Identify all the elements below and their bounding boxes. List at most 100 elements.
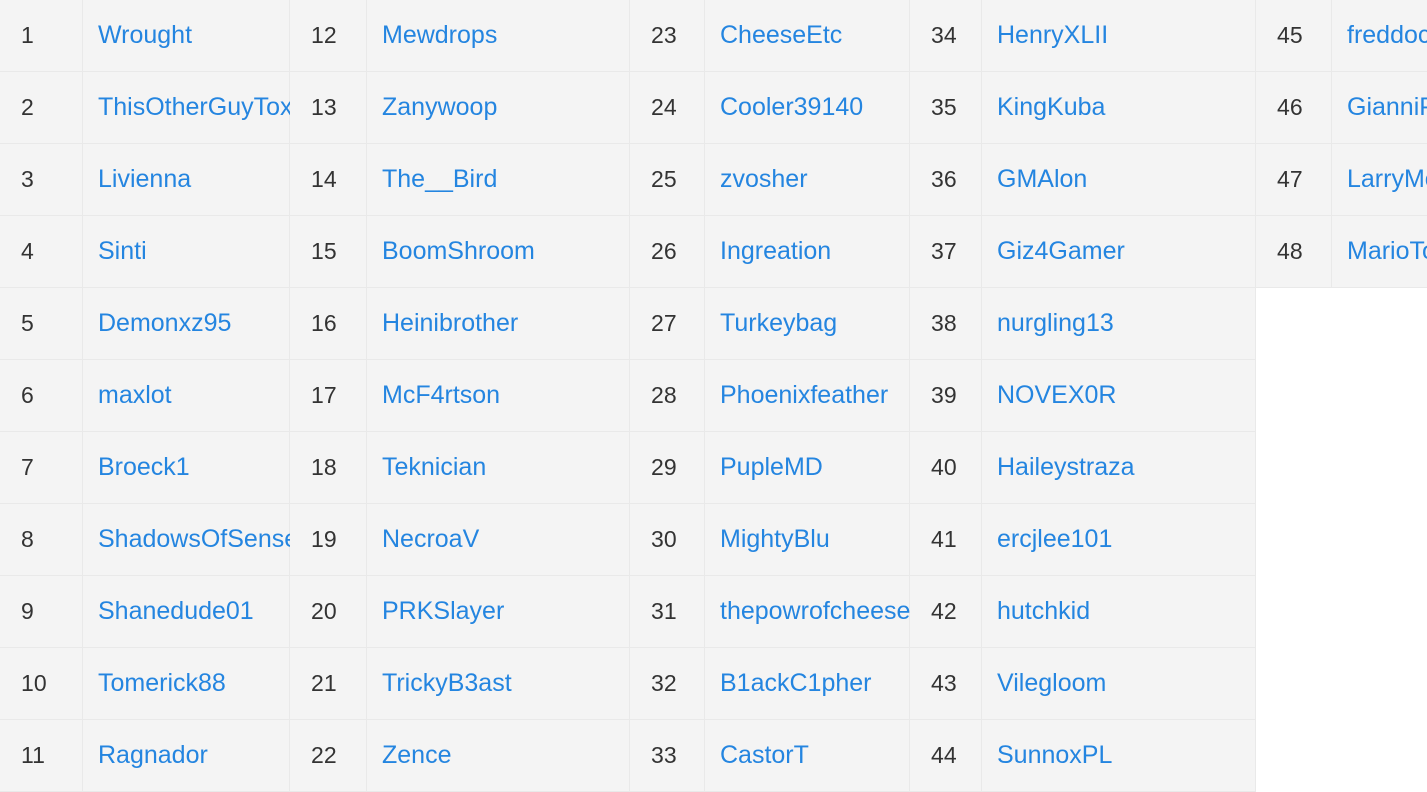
player-name-link[interactable]: maxlot [83,360,290,431]
player-name-link[interactable]: NOVEX0R [982,360,1256,431]
player-name-link[interactable]: freddoccino [1332,0,1427,71]
rank-cell: 17 [290,360,367,431]
player-name-link[interactable]: Mewdrops [367,0,630,71]
table-row: 29 PupleMD [630,432,910,504]
table-row: 3 Livienna [0,144,290,216]
player-name-link[interactable]: zvosher [705,144,910,215]
table-row: 42 hutchkid [910,576,1256,648]
rank-cell: 28 [630,360,705,431]
leaderboard-column-group: 1 Wrought 2 ThisOtherGuyTox 3 Livienna 4 Sinti 5… [0,0,298,792]
leaderboard-table: 1 Wrought 2 ThisOtherGuyTox 3 Livienna 4 Sinti 5… [0,0,1427,792]
player-name-link[interactable]: thepowrofcheese [705,576,910,647]
table-row: 30 MightyBlu [630,504,910,576]
rank-cell: 40 [910,432,982,503]
player-name-link[interactable]: SunnoxPL [982,720,1256,791]
player-name-link[interactable]: The__Bird [367,144,630,215]
table-row: 36 GMAlon [910,144,1256,216]
table-row: 23 CheeseEtc [630,0,910,72]
rank-cell: 16 [290,288,367,359]
player-name-link[interactable]: nurgling13 [982,288,1256,359]
player-name-link[interactable]: Wrought [83,0,290,71]
table-row: 2 ThisOtherGuyTox [0,72,293,144]
rank-cell: 44 [910,720,982,791]
player-name-link[interactable]: GMAlon [982,144,1256,215]
player-name-link[interactable]: MightyBlu [705,504,910,575]
player-name-link[interactable]: Demonxz95 [83,288,290,359]
rank-cell: 38 [910,288,982,359]
rank-cell: 18 [290,432,367,503]
player-name-link[interactable]: MarioToast [1332,216,1427,287]
rank-cell: 2 [0,72,83,143]
rank-cell: 22 [290,720,367,791]
player-name-link[interactable]: Sinti [83,216,290,287]
player-name-link[interactable]: ShadowsOfSense [83,504,298,575]
player-name-link[interactable]: Turkeybag [705,288,910,359]
leaderboard-column-group: 23 CheeseEtc 24 Cooler39140 25 zvosher 26 Ingre… [630,0,910,792]
player-name-link[interactable]: BoomShroom [367,216,630,287]
table-row: 9 Shanedude01 [0,576,290,648]
player-name-link[interactable]: Haileystraza [982,432,1256,503]
rank-cell: 13 [290,72,367,143]
player-name-link[interactable]: Vilegloom [982,648,1256,719]
player-name-link[interactable]: TrickyB3ast [367,648,630,719]
rank-cell: 36 [910,144,982,215]
player-name-link[interactable]: KingKuba [982,72,1256,143]
leaderboard-column-group: 45freddoccino46GianniPiccioni47LarryMome… [1256,0,1427,288]
player-name-link[interactable]: McF4rtson [367,360,630,431]
player-name-link[interactable]: hutchkid [982,576,1256,647]
rank-cell: 8 [0,504,83,575]
rank-cell: 32 [630,648,705,719]
player-name-link[interactable]: Zence [367,720,630,791]
player-name-link[interactable]: B1ackC1pher [705,648,910,719]
table-row: 20 PRKSlayer [290,576,630,648]
table-row: 13 Zanywoop [290,72,630,144]
rank-cell: 37 [910,216,982,287]
player-name-link[interactable]: LarryMoments [1332,144,1427,215]
table-row: 18 Teknician [290,432,630,504]
rank-cell: 39 [910,360,982,431]
rank-cell: 45 [1256,0,1332,71]
player-name-link[interactable]: Ingreation [705,216,910,287]
player-name-link[interactable]: Broeck1 [83,432,290,503]
table-row: 16 Heinibrother [290,288,630,360]
player-name-link[interactable]: CastorT [705,720,910,791]
table-row: 7 Broeck1 [0,432,290,504]
player-name-link[interactable]: GianniPiccioni [1332,72,1427,143]
player-name-link[interactable]: PupleMD [705,432,910,503]
player-name-link[interactable]: ercjlee101 [982,504,1256,575]
table-row: 41 ercjlee101 [910,504,1256,576]
leaderboard-column-group: 12 Mewdrops 13 Zanywoop 14 The__Bird 15 BoomShr… [290,0,630,792]
player-name-link[interactable]: ThisOtherGuyTox [83,72,293,143]
player-name-link[interactable]: PRKSlayer [367,576,630,647]
table-row: 44 SunnoxPL [910,720,1256,792]
table-row: 19 NecroaV [290,504,630,576]
player-name-link[interactable]: Shanedude01 [83,576,290,647]
player-name-link[interactable]: Giz4Gamer [982,216,1256,287]
rank-cell: 6 [0,360,83,431]
leaderboard-column-group: 34 HenryXLII 35 KingKuba 36 GMAlon 37 Giz4Gamer… [910,0,1256,792]
table-row: 46GianniPiccioni [1256,72,1427,144]
rank-cell: 4 [0,216,83,287]
player-name-link[interactable]: Teknician [367,432,630,503]
table-row: 25 zvosher [630,144,910,216]
rank-cell: 26 [630,216,705,287]
table-row: 28 Phoenixfeather [630,360,910,432]
player-name-link[interactable]: CheeseEtc [705,0,910,71]
rank-cell: 3 [0,144,83,215]
player-name-link[interactable]: Heinibrother [367,288,630,359]
player-name-link[interactable]: Cooler39140 [705,72,910,143]
player-name-link[interactable]: Livienna [83,144,290,215]
table-row: 17 McF4rtson [290,360,630,432]
player-name-link[interactable]: HenryXLII [982,0,1256,71]
rank-cell: 15 [290,216,367,287]
rank-cell: 20 [290,576,367,647]
table-row: 21 TrickyB3ast [290,648,630,720]
player-name-link[interactable]: Zanywoop [367,72,630,143]
player-name-link[interactable]: Tomerick88 [83,648,290,719]
table-row: 11 Ragnador [0,720,290,792]
rank-cell: 43 [910,648,982,719]
rank-cell: 23 [630,0,705,71]
player-name-link[interactable]: Ragnador [83,720,290,791]
player-name-link[interactable]: NecroaV [367,504,630,575]
player-name-link[interactable]: Phoenixfeather [705,360,910,431]
